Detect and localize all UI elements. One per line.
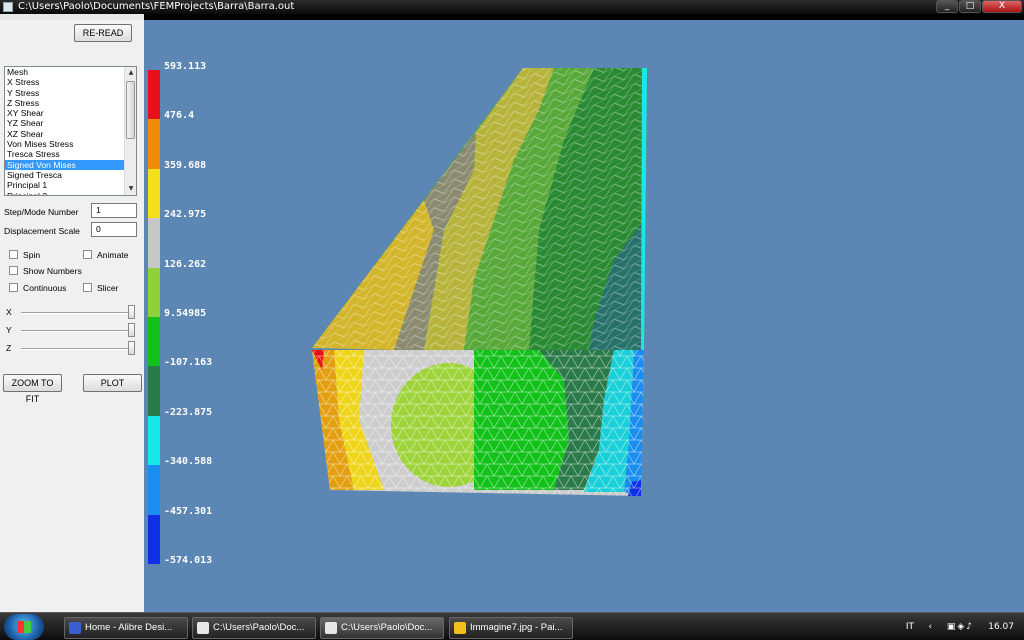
zoom-to-fit-button[interactable]: ZOOM TO FIT	[3, 374, 62, 404]
list-scrollbar[interactable]: ▲ ▼	[124, 67, 136, 195]
y-slider-track[interactable]	[21, 330, 133, 332]
result-list-item[interactable]: XZ Shear	[5, 129, 125, 139]
continuous-label: Continuous	[23, 283, 67, 293]
result-list-item[interactable]: X Stress	[5, 77, 125, 87]
slicer-label: Slicer	[97, 283, 119, 293]
taskbar-task-button[interactable]: C:\Users\Paolo\Doc...	[320, 617, 444, 639]
show-numbers-checkbox[interactable]	[9, 266, 18, 275]
result-list-item[interactable]: Principal 1	[5, 180, 125, 190]
scroll-thumb[interactable]	[126, 81, 135, 139]
spin-label: Spin	[23, 250, 41, 260]
z-slider-label: Z	[6, 343, 12, 353]
z-slider-thumb[interactable]	[128, 341, 135, 355]
task-app-icon	[69, 622, 81, 634]
y-slider-label: Y	[6, 325, 12, 335]
taskbar: Home - Alibre Desi... C:\Users\Paolo\Doc.…	[0, 612, 1024, 640]
y-slider-thumb[interactable]	[128, 323, 135, 337]
result-list-item[interactable]: Z Stress	[5, 98, 125, 108]
window-controls: _ □ X	[936, 0, 1022, 14]
step-mode-label: Step/Mode Number	[4, 207, 79, 217]
minimize-button[interactable]: _	[936, 0, 958, 13]
scroll-down-icon[interactable]: ▼	[125, 183, 136, 195]
result-list-item[interactable]: XY Shear	[5, 108, 125, 118]
task-label: Immagine7.jpg - Pai...	[470, 622, 563, 633]
slicer-checkbox[interactable]	[83, 283, 92, 292]
model-front-face	[312, 350, 644, 496]
taskbar-task-button[interactable]: C:\Users\Paolo\Doc...	[192, 617, 316, 639]
task-app-icon	[325, 622, 337, 634]
model-top-face	[312, 68, 647, 350]
close-button[interactable]: X	[982, 0, 1022, 13]
windows-logo-icon	[17, 621, 31, 633]
animate-label: Animate	[97, 250, 129, 260]
clock[interactable]: 16.07	[988, 613, 1014, 640]
control-panel: RE-READ Mesh X Stress Y Stress Z Stress XY S…	[0, 14, 144, 612]
task-app-icon	[197, 622, 209, 634]
step-mode-input[interactable]: 1	[91, 203, 137, 218]
tray-icons[interactable]: ▣◈♪	[947, 613, 974, 640]
displacement-scale-input[interactable]: 0	[91, 222, 137, 237]
result-list-item[interactable]: Mesh	[5, 67, 125, 77]
result-list-item[interactable]: Signed Von Mises	[5, 159, 125, 170]
model-side-face	[641, 68, 647, 350]
maximize-button[interactable]: □	[959, 0, 981, 13]
task-app-icon	[454, 622, 466, 634]
result-list-item[interactable]: Von Mises Stress	[5, 139, 125, 149]
task-label: Home - Alibre Desi...	[85, 622, 173, 633]
taskbar-task-button[interactable]: Home - Alibre Desi...	[64, 617, 188, 639]
app-icon	[3, 2, 13, 12]
scroll-up-icon[interactable]: ▲	[125, 67, 136, 79]
reread-button[interactable]: RE-READ	[74, 24, 132, 42]
window-title: C:\Users\Paolo\Documents\FEMProjects\Bar…	[18, 1, 295, 12]
result-list-item[interactable]: Signed Tresca	[5, 170, 125, 180]
fem-viewport[interactable]: 593.113 476.4 359.688 242.975 126.262 9.54985…	[144, 20, 1024, 612]
displacement-scale-label: Displacement Scale	[4, 226, 80, 236]
title-bar: C:\Users\Paolo\Documents\FEMProjects\Bar…	[0, 0, 1024, 14]
plot-button[interactable]: PLOT	[83, 374, 142, 392]
result-list-item[interactable]: Tresca Stress	[5, 149, 125, 159]
show-numbers-label: Show Numbers	[23, 266, 82, 276]
start-button[interactable]	[4, 614, 44, 640]
x-slider-thumb[interactable]	[128, 305, 135, 319]
x-slider-track[interactable]	[21, 312, 133, 314]
task-label: C:\Users\Paolo\Doc...	[213, 622, 305, 633]
result-list-item[interactable]: YZ Shear	[5, 118, 125, 128]
fem-model[interactable]	[144, 20, 1024, 612]
x-slider-label: X	[6, 307, 12, 317]
taskbar-task-button[interactable]: Immagine7.jpg - Pai...	[449, 617, 573, 639]
z-slider-track[interactable]	[21, 348, 133, 350]
language-indicator[interactable]: IT	[906, 613, 914, 640]
result-type-list[interactable]: Mesh X Stress Y Stress Z Stress XY Shear YZ S…	[4, 66, 137, 196]
result-list-item[interactable]: Y Stress	[5, 88, 125, 98]
tray-chevron-icon[interactable]: ‹	[928, 613, 932, 640]
spin-checkbox[interactable]	[9, 250, 18, 259]
continuous-checkbox[interactable]	[9, 283, 18, 292]
animate-checkbox[interactable]	[83, 250, 92, 259]
result-list-item[interactable]: Principal 2	[5, 191, 125, 195]
task-label: C:\Users\Paolo\Doc...	[341, 622, 433, 633]
